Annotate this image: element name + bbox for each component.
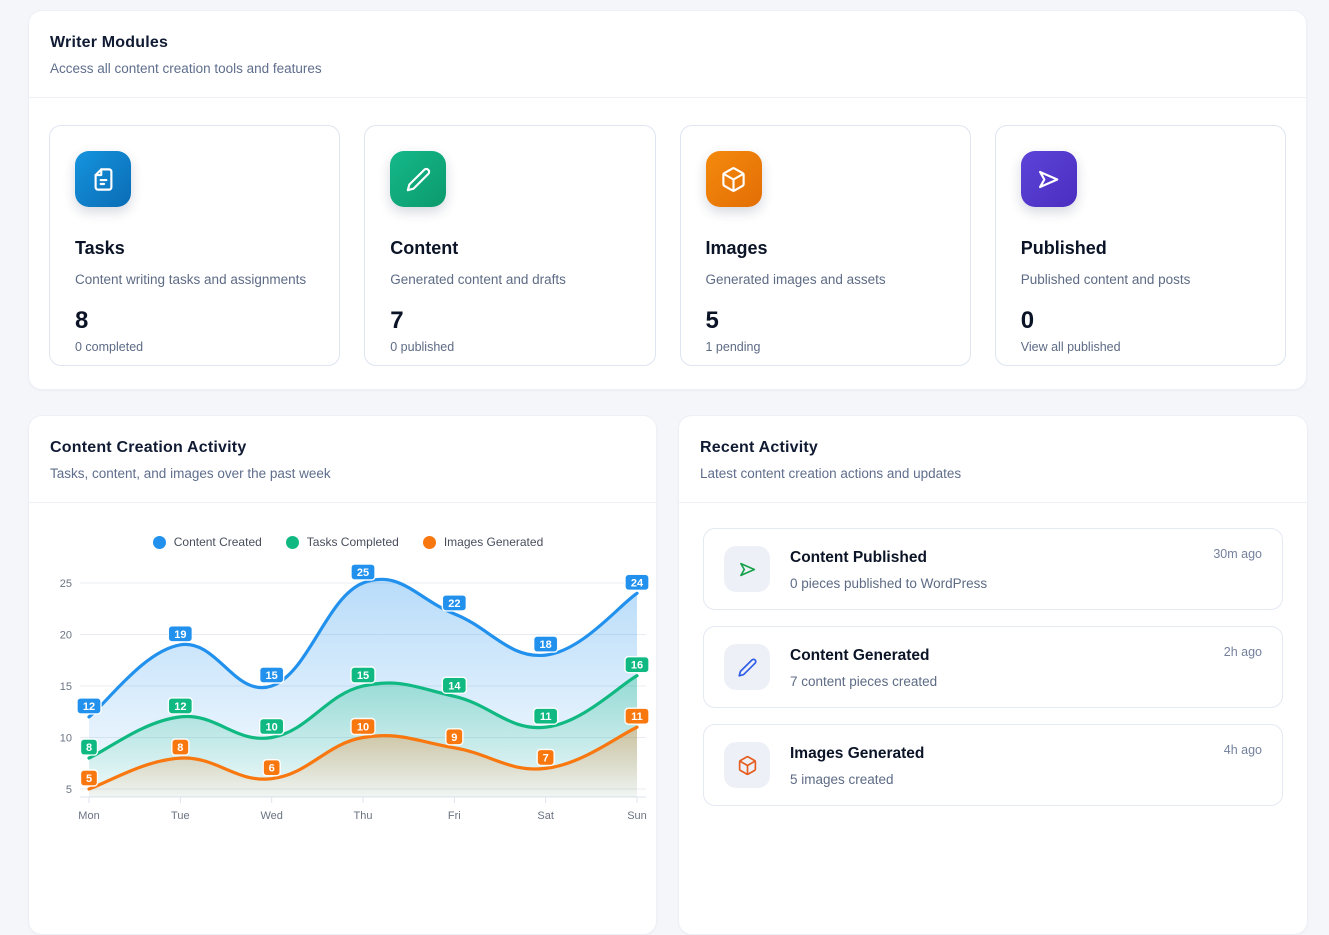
activity-item-body: Images Generated 5 images created	[790, 742, 924, 787]
svg-text:11: 11	[631, 711, 643, 723]
svg-text:5: 5	[66, 784, 72, 796]
module-card-published[interactable]: Published Published content and posts 0 …	[995, 125, 1286, 366]
card-description: Published content and posts	[1021, 272, 1260, 287]
svg-text:19: 19	[174, 629, 186, 641]
svg-text:10: 10	[357, 722, 369, 734]
card-sub-label: View all published	[1021, 340, 1260, 354]
writer-modules-panel: Writer Modules Access all content creati…	[28, 10, 1307, 390]
activity-item-content-published[interactable]: Content Published 0 pieces published to …	[703, 528, 1283, 610]
svg-text:15: 15	[60, 681, 72, 693]
svg-text:8: 8	[86, 742, 92, 754]
recent-activity-subtitle: Latest content creation actions and upda…	[700, 466, 1286, 481]
activity-item-description: 0 pieces published to WordPress	[790, 576, 987, 591]
page-title: Writer Modules	[50, 34, 1285, 52]
legend-item[interactable]: Content Created	[153, 535, 262, 549]
card-description: Content writing tasks and assignments	[75, 272, 314, 287]
svg-text:18: 18	[540, 639, 552, 651]
svg-text:6: 6	[269, 763, 275, 775]
send-icon	[1021, 151, 1077, 207]
activity-item-timestamp: 30m ago	[1213, 547, 1262, 561]
card-count: 0	[1021, 307, 1260, 335]
svg-text:25: 25	[60, 578, 72, 590]
legend-dot	[153, 536, 166, 549]
recent-activity-title: Recent Activity	[700, 439, 1286, 457]
svg-text:Fri: Fri	[448, 810, 461, 822]
pencil-icon	[724, 644, 770, 690]
svg-text:10: 10	[60, 733, 72, 745]
card-count: 7	[390, 307, 629, 335]
legend-dot	[423, 536, 436, 549]
svg-text:12: 12	[83, 701, 95, 713]
chart-area: Content Created Tasks Completed Images Gen…	[29, 503, 656, 835]
writer-modules-header: Writer Modules Access all content creati…	[29, 11, 1306, 97]
chart-panel-header: Content Creation Activity Tasks, content…	[29, 416, 656, 502]
svg-text:Wed: Wed	[260, 810, 282, 822]
content-creation-activity-panel: Content Creation Activity Tasks, content…	[28, 415, 657, 935]
svg-text:9: 9	[451, 732, 457, 744]
svg-text:7: 7	[543, 752, 549, 764]
file-icon	[75, 151, 131, 207]
module-card-content[interactable]: Content Generated content and drafts 7 0…	[364, 125, 655, 366]
svg-text:5: 5	[86, 773, 92, 785]
activity-item-images-generated[interactable]: Images Generated 5 images created 4h ago	[703, 724, 1283, 806]
legend-dot	[286, 536, 299, 549]
recent-activity-panel: Recent Activity Latest content creation …	[678, 415, 1308, 935]
svg-text:8: 8	[177, 742, 183, 754]
svg-text:Sun: Sun	[627, 810, 647, 822]
activity-item-description: 7 content pieces created	[790, 674, 937, 689]
card-title: Images	[706, 238, 945, 259]
module-card-images[interactable]: Images Generated images and assets 5 1 p…	[680, 125, 971, 366]
cube-icon	[706, 151, 762, 207]
activity-item-timestamp: 4h ago	[1224, 743, 1262, 757]
svg-text:11: 11	[540, 711, 552, 723]
svg-text:Mon: Mon	[78, 810, 99, 822]
activity-item-title: Content Generated	[790, 647, 937, 665]
recent-panel-header: Recent Activity Latest content creation …	[679, 416, 1307, 502]
card-sub-label: 0 completed	[75, 340, 314, 354]
svg-text:15: 15	[266, 670, 278, 682]
svg-text:14: 14	[448, 680, 461, 692]
card-description: Generated content and drafts	[390, 272, 629, 287]
card-count: 5	[706, 307, 945, 335]
chart-subtitle: Tasks, content, and images over the past…	[50, 466, 635, 481]
card-sub-label: 1 pending	[706, 340, 945, 354]
module-cards-row: Tasks Content writing tasks and assignme…	[29, 98, 1306, 393]
card-sub-label: 0 published	[390, 340, 629, 354]
svg-text:16: 16	[631, 660, 643, 672]
card-description: Generated images and assets	[706, 272, 945, 287]
activity-item-timestamp: 2h ago	[1224, 645, 1262, 659]
chart-title: Content Creation Activity	[50, 439, 635, 457]
svg-text:Thu: Thu	[354, 810, 373, 822]
activity-item-body: Content Generated 7 content pieces creat…	[790, 644, 937, 689]
svg-text:25: 25	[357, 567, 369, 579]
svg-text:Tue: Tue	[171, 810, 190, 822]
svg-text:15: 15	[357, 670, 369, 682]
card-count: 8	[75, 307, 314, 335]
activity-line-chart: 5 10 15 20 25 Mon Tue Wed Thu Fri Sat Sun 12 19 15 25 22…	[42, 561, 654, 835]
card-title: Published	[1021, 238, 1260, 259]
svg-text:20: 20	[60, 630, 72, 642]
card-title: Tasks	[75, 238, 314, 259]
svg-text:12: 12	[174, 701, 186, 713]
svg-text:22: 22	[448, 598, 460, 610]
activity-item-title: Images Generated	[790, 745, 924, 763]
cube-icon	[724, 742, 770, 788]
recent-activity-list: Content Published 0 pieces published to …	[679, 503, 1307, 831]
svg-text:10: 10	[266, 722, 278, 734]
activity-item-body: Content Published 0 pieces published to …	[790, 546, 987, 591]
page-subtitle: Access all content creation tools and fe…	[50, 61, 1285, 76]
pencil-icon	[390, 151, 446, 207]
activity-item-title: Content Published	[790, 549, 987, 567]
svg-text:Sat: Sat	[537, 810, 554, 822]
legend-item[interactable]: Tasks Completed	[286, 535, 399, 549]
card-title: Content	[390, 238, 629, 259]
legend-item[interactable]: Images Generated	[423, 535, 543, 549]
activity-item-description: 5 images created	[790, 772, 924, 787]
module-card-tasks[interactable]: Tasks Content writing tasks and assignme…	[49, 125, 340, 366]
svg-text:24: 24	[631, 577, 644, 589]
chart-legend: Content Created Tasks Completed Images Gen…	[42, 535, 654, 549]
send-icon	[724, 546, 770, 592]
activity-item-content-generated[interactable]: Content Generated 7 content pieces creat…	[703, 626, 1283, 708]
